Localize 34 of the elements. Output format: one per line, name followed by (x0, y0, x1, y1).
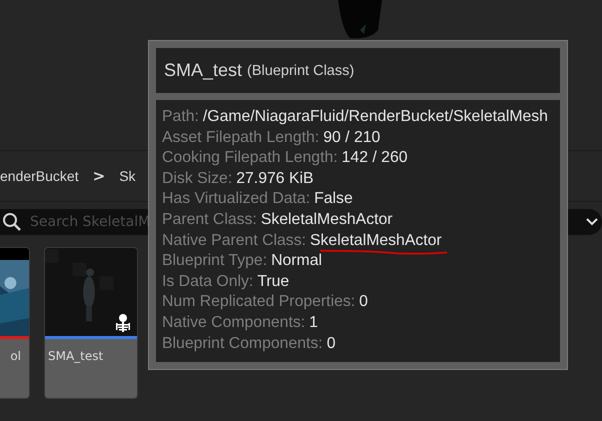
property-value: 27.976 KiB (236, 170, 314, 187)
property-value: 0 (359, 293, 368, 310)
property-label: Disk Size: (162, 170, 232, 187)
property-label: Blueprint Components: (162, 334, 323, 352)
breadcrumb-item[interactable]: enderBucket (0, 168, 79, 184)
property-label: Parent Class: (162, 210, 257, 228)
property-label: Native Parent Class: (162, 232, 306, 249)
property-label: Blueprint Type: (162, 252, 268, 270)
asset-tile[interactable]: SMA_test (44, 247, 138, 399)
asset-tile[interactable]: ol (0, 247, 30, 399)
property-label: Is Data Only: (162, 272, 254, 290)
breadcrumb-separator: > (92, 167, 106, 185)
property-value: 90 / 210 (323, 128, 380, 146)
skeleton-icon (115, 314, 131, 334)
property-label: Has Virtualized Data: (162, 190, 310, 208)
property-value: 0 (326, 334, 336, 352)
property-value: 1 (309, 314, 318, 331)
property-value: 142 / 260 (342, 149, 408, 166)
property-label: Native Components: (162, 314, 306, 331)
chevron-down-icon[interactable] (586, 218, 598, 226)
search-icon (2, 212, 22, 232)
property-label: Num Replicated Properties: (162, 293, 356, 310)
property-value: SkeletalMeshActor (260, 210, 393, 228)
tooltip-title: SMA_test (164, 60, 242, 81)
property-value: False (314, 190, 353, 208)
property-label: Asset Filepath Length: (162, 128, 320, 146)
property-value: /Game/NiagaraFluid/RenderBucket/SkeletalMesh (202, 108, 548, 125)
property-label: Path: (162, 108, 199, 125)
property-value: True (257, 272, 290, 290)
tooltip-subtitle: (Blueprint Class) (247, 62, 354, 78)
asset-name: ol (9, 348, 22, 363)
property-label: Cooking Filepath Length: (162, 149, 338, 166)
breadcrumb-item[interactable]: Sk (119, 168, 136, 184)
asset-name: SMA_test (47, 348, 104, 363)
